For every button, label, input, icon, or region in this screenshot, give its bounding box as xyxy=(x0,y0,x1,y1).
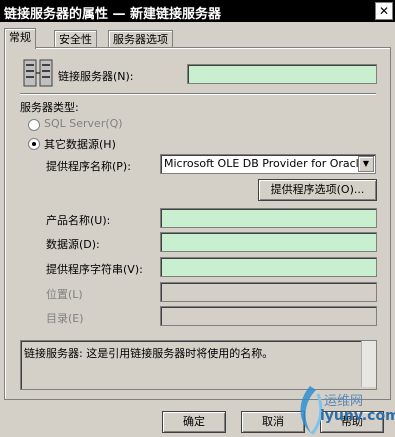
sql-server-radio[interactable] xyxy=(28,119,40,131)
watermark: 运维网 iyunv.com xyxy=(290,380,395,437)
data-source-input[interactable] xyxy=(160,232,377,252)
tab-server-options[interactable]: 服务器选项 xyxy=(108,30,173,48)
server-type-label: 服务器类型: xyxy=(20,101,79,114)
catalog-input xyxy=(160,306,377,326)
watermark-line1: 运维网 xyxy=(324,394,364,409)
provider-select[interactable]: Microsoft OLE DB Provider for Oracle ▼ xyxy=(160,154,376,174)
provider-options-button[interactable]: 提供程序选项(O)... xyxy=(258,179,377,201)
location-input xyxy=(160,282,377,302)
provider-string-label: 提供程序字符串(V): xyxy=(46,263,143,276)
provider-select-value: Microsoft OLE DB Provider for Oracle xyxy=(164,157,366,170)
tab-general[interactable]: 常规 xyxy=(4,28,36,49)
watermark-line2: iyunv.com xyxy=(320,408,395,424)
close-button[interactable]: ✕ xyxy=(375,2,393,20)
product-name-input[interactable] xyxy=(160,208,377,228)
description-text: 链接服务器: 这是引用链接服务器时将使用的名称。 xyxy=(24,347,274,360)
linked-server-input[interactable] xyxy=(187,64,377,84)
data-source-label: 数据源(D): xyxy=(46,238,100,251)
location-label: 位置(L) xyxy=(46,288,83,301)
divider xyxy=(20,93,376,95)
radio-selected-dot xyxy=(32,142,36,146)
linked-server-label: 链接服务器(N): xyxy=(58,70,134,83)
window-title: 链接服务器的属性 — 新建链接服务器 xyxy=(4,7,222,22)
sql-server-label: SQL Server(Q) xyxy=(44,117,123,130)
chevron-down-icon[interactable]: ▼ xyxy=(358,156,374,172)
server-icon xyxy=(23,59,53,87)
ok-button[interactable]: 确定 xyxy=(162,411,226,433)
product-name-label: 产品名称(U): xyxy=(46,214,111,227)
provider-name-label: 提供程序名称(P): xyxy=(46,160,131,173)
other-source-radio[interactable] xyxy=(28,138,40,150)
other-source-label: 其它数据源(H) xyxy=(44,138,116,151)
provider-string-input[interactable] xyxy=(160,257,377,277)
title-bar: 链接服务器的属性 — 新建链接服务器 ✕ xyxy=(0,0,395,22)
tab-security[interactable]: 安全性 xyxy=(54,30,97,48)
catalog-label: 目录(E) xyxy=(46,312,84,325)
